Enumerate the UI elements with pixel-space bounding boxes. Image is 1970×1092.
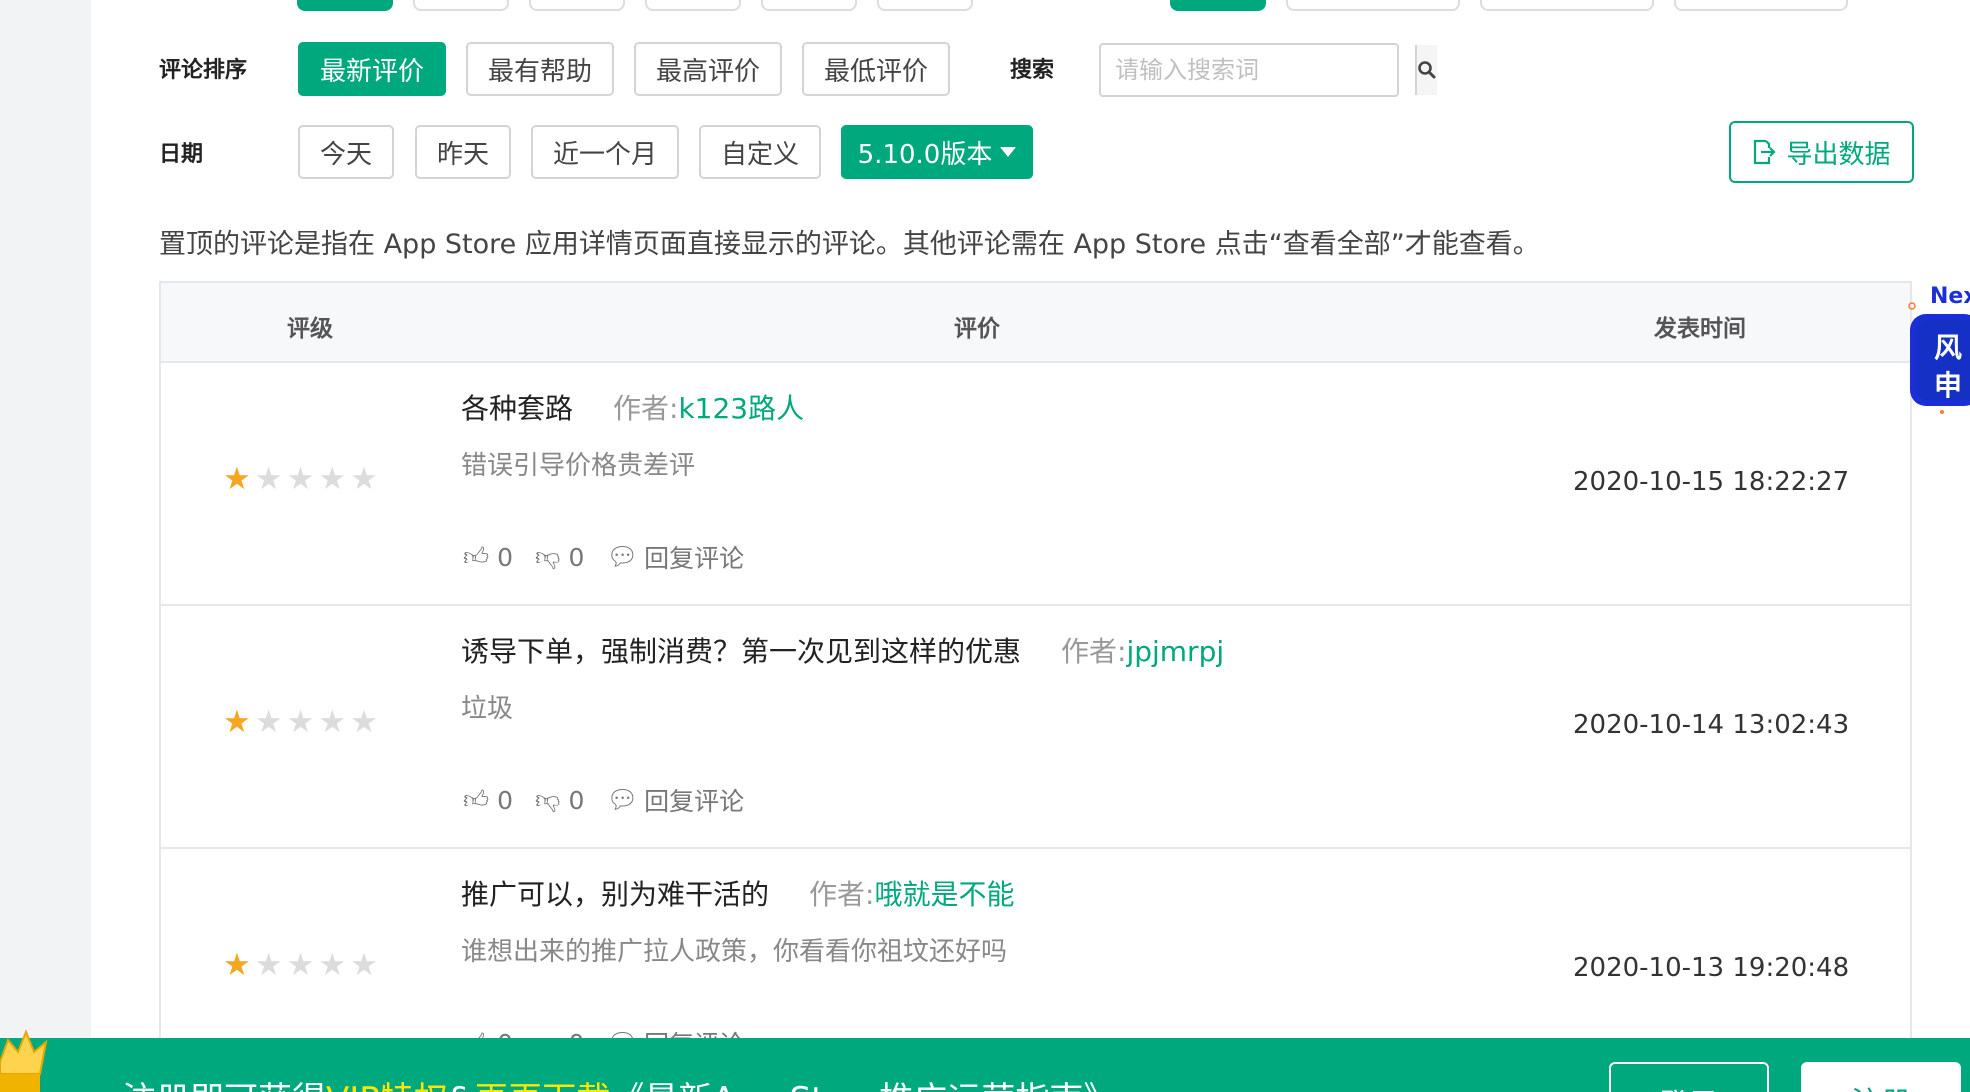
- author-link[interactable]: 哦就是不能: [874, 878, 1014, 911]
- search-box: [1099, 43, 1437, 97]
- star-filled-icon: ★: [223, 461, 255, 497]
- like-count: 0: [497, 785, 514, 815]
- star-filled-icon: ★: [223, 947, 255, 983]
- top-tab[interactable]: [761, 0, 857, 11]
- pinned-notice: 置顶的评论是指在 App Store 应用详情页面直接显示的评论。其他评论需在 …: [159, 229, 1540, 260]
- register-button[interactable]: 注册: [1801, 1062, 1961, 1092]
- comment-icon: 💬︎: [606, 542, 639, 571]
- author-link[interactable]: k123路人: [678, 392, 804, 425]
- banner-text-a: 注册即可获得: [122, 1080, 326, 1092]
- ad-line1: 风: [1934, 331, 1963, 364]
- date-today-button[interactable]: 今天: [298, 125, 394, 179]
- dislike-count: 0: [568, 542, 585, 572]
- register-banner: 注册即可获得VIP特权&再再下载《最新App Store推广运营指南》 登录 注…: [0, 1038, 1970, 1092]
- sort-helpful-button[interactable]: 最有帮助: [466, 42, 614, 96]
- star-empty-icon: ★★★★: [254, 704, 382, 740]
- star-empty-icon: ★★★★: [254, 461, 382, 497]
- like-count: 0: [497, 542, 514, 572]
- export-data-button[interactable]: 导出数据: [1729, 121, 1914, 183]
- table-row: ★★★★★ 推广可以，别为难干活的 作者:哦就是不能 谁想出来的推广拉人政策，你看…: [161, 849, 1910, 1041]
- banner-highlight-download: 再再下载: [474, 1080, 610, 1092]
- review-title: 推广可以，别为难干活的: [461, 878, 770, 911]
- header-time: 发表时间: [1654, 316, 1746, 342]
- table-header: 评级 评价 发表时间: [161, 283, 1910, 363]
- banner-text: 注册即可获得VIP特权&再再下载《最新App Store推广运营指南》: [122, 1072, 1117, 1092]
- crown-icon: [0, 1029, 48, 1092]
- date-custom-button[interactable]: 自定义: [699, 125, 821, 179]
- top-tab[interactable]: [529, 0, 625, 11]
- top-tab[interactable]: [1480, 0, 1654, 11]
- review-title: 各种套路: [461, 392, 574, 425]
- thumbs-down-icon[interactable]: 👎︎: [535, 785, 560, 815]
- search-button[interactable]: [1415, 45, 1437, 95]
- version-dropdown[interactable]: 5.10.0版本: [841, 125, 1033, 179]
- author-label: 作者:: [1061, 635, 1127, 668]
- date-label: 日期: [159, 142, 204, 167]
- review-time: 2020-10-13 19:20:48: [1573, 953, 1850, 983]
- sort-lowest-button[interactable]: 最低评价: [802, 42, 950, 96]
- search-input[interactable]: [1101, 45, 1415, 95]
- author-label: 作者:: [809, 878, 875, 911]
- sort-highest-button[interactable]: 最高评价: [634, 42, 782, 96]
- export-icon: [1754, 139, 1777, 165]
- top-tab[interactable]: [1286, 0, 1460, 11]
- review-actions: 👍︎ 0 👎︎ 0 💬︎回复评论: [463, 539, 744, 575]
- top-tab[interactable]: [1674, 0, 1848, 11]
- reply-link[interactable]: 回复评论: [644, 539, 744, 575]
- review-title-line: 推广可以，别为难干活的 作者:哦就是不能: [461, 873, 1014, 913]
- reviews-table: 评级 评价 发表时间 ★★★★★ 各种套路 作者:k123路人 错误引导价格贵差评…: [159, 281, 1912, 1041]
- comment-icon: 💬︎: [606, 785, 639, 814]
- search-icon: [1418, 61, 1436, 79]
- reply-link[interactable]: 回复评论: [644, 782, 744, 818]
- top-tab[interactable]: [877, 0, 973, 11]
- export-label: 导出数据: [1786, 139, 1891, 170]
- star-rating: ★★★★★: [223, 461, 382, 497]
- table-row: ★★★★★ 诱导下单，强制消费？第一次见到这样的优惠 作者:jpjmrpj 垃圾 …: [161, 606, 1910, 849]
- header-rating: 评级: [287, 316, 333, 342]
- search-label: 搜索: [1010, 58, 1055, 83]
- top-tab-active-right[interactable]: [1170, 0, 1266, 11]
- thumbs-down-icon[interactable]: 👎︎: [535, 542, 560, 572]
- review-time: 2020-10-15 18:22:27: [1573, 467, 1850, 497]
- caret-down-icon: [1000, 147, 1017, 157]
- ad-line2: 申: [1934, 369, 1963, 402]
- banner-highlight-vip: VIP特权: [326, 1080, 448, 1092]
- top-tab[interactable]: [645, 0, 741, 11]
- review-title: 诱导下单，强制消费？第一次见到这样的优惠: [461, 635, 1022, 668]
- review-title-line: 诱导下单，强制消费？第一次见到这样的优惠 作者:jpjmrpj: [461, 630, 1224, 670]
- review-body: 错误引导价格贵差评: [461, 451, 696, 481]
- star-filled-icon: ★: [223, 704, 255, 740]
- top-tab[interactable]: [413, 0, 509, 11]
- review-body: 谁想出来的推广拉人政策，你看看你祖坟还好吗: [461, 937, 1008, 967]
- star-rating: ★★★★★: [223, 704, 382, 740]
- author-label: 作者:: [613, 392, 679, 425]
- star-rating: ★★★★★: [223, 947, 382, 983]
- login-button[interactable]: 登录: [1609, 1062, 1769, 1092]
- review-time: 2020-10-14 13:02:43: [1573, 710, 1850, 740]
- header-review: 评价: [954, 316, 1000, 342]
- top-tab-active[interactable]: [297, 0, 393, 11]
- thumbs-up-icon[interactable]: 👍︎: [463, 542, 489, 572]
- date-month-button[interactable]: 近一个月: [531, 125, 679, 179]
- date-yesterday-button[interactable]: 昨天: [415, 125, 511, 179]
- table-row: ★★★★★ 各种套路 作者:k123路人 错误引导价格贵差评 👍︎ 0 👎︎ 0 💬︎…: [161, 363, 1910, 606]
- star-empty-icon: ★★★★: [254, 947, 382, 983]
- banner-text-b: &: [448, 1080, 475, 1092]
- ad-brand: Nex: [1930, 284, 1970, 309]
- author-link[interactable]: jpjmrpj: [1126, 635, 1224, 668]
- banner-text-c: 《最新App Store推广运营指南》: [610, 1080, 1117, 1092]
- review-actions: 👍︎ 0 👎︎ 0 💬︎回复评论: [463, 782, 744, 818]
- dislike-count: 0: [568, 785, 585, 815]
- sort-newest-button[interactable]: 最新评价: [298, 42, 446, 96]
- floating-ad[interactable]: Nex 风 申: [1906, 284, 1970, 416]
- version-label: 5.10.0版本: [857, 139, 993, 170]
- sort-label: 评论排序: [159, 58, 248, 83]
- review-body: 垃圾: [461, 694, 514, 724]
- thumbs-up-icon[interactable]: 👍︎: [463, 785, 489, 815]
- review-title-line: 各种套路 作者:k123路人: [461, 387, 804, 427]
